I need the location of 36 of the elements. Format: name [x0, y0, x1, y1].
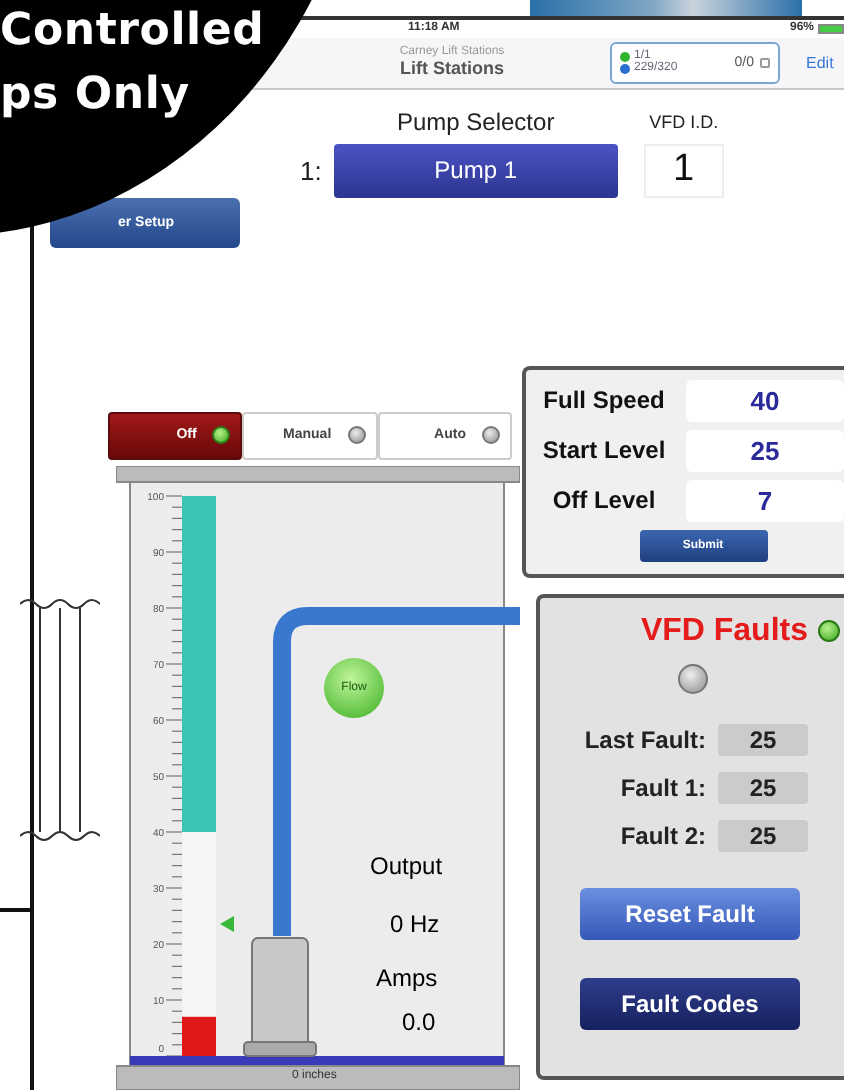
banner-text: ps Only	[0, 68, 192, 124]
setting-field[interactable]: 25	[686, 429, 844, 472]
start-level-arrow-icon	[220, 915, 234, 932]
status-led-icon	[212, 426, 231, 445]
nav-title: Lift Stations	[400, 58, 504, 79]
pump-selector-button[interactable]: Pump 1	[333, 143, 618, 198]
pump-drawing	[243, 936, 317, 1057]
fault-action-button[interactable]: Reset Fault	[580, 887, 800, 940]
vfd-id-value: 1	[643, 143, 724, 198]
setting-label: Off Level	[550, 486, 658, 515]
fault-value: 25	[718, 820, 808, 853]
status-led-icon	[481, 426, 500, 445]
fault-action-button[interactable]: Fault Codes	[580, 977, 800, 1030]
setting-field[interactable]: 40	[686, 379, 844, 422]
vfd-id-label: VFD I.D.	[649, 109, 719, 136]
amps-value: 0.0	[402, 1007, 436, 1036]
edit-link[interactable]: Edit	[806, 53, 834, 72]
fault-panel-title: VFD Faults	[640, 613, 808, 650]
output-label: Output	[370, 851, 443, 880]
pump-row-label: 1:	[300, 155, 322, 190]
setting-label: Full Speed	[541, 386, 667, 415]
fault-label: Last Fault:	[584, 726, 706, 755]
banner-text: Controlled	[0, 4, 265, 60]
fault-value: 25	[718, 772, 808, 805]
pump-selector-label: Pump Selector	[396, 107, 555, 140]
status-dot-icon	[620, 51, 630, 62]
output-value: 0 Hz	[390, 909, 440, 938]
setting-field[interactable]: 7	[686, 479, 844, 522]
fault-label: Fault 1:	[620, 774, 706, 803]
amps-label: Amps	[376, 963, 438, 992]
battery-icon	[818, 23, 844, 34]
square-icon	[760, 57, 770, 68]
fault-value: 25	[718, 724, 808, 757]
setting-label: Start Level	[540, 436, 668, 465]
status-led-icon	[347, 426, 366, 445]
fault-label: Fault 2:	[620, 822, 706, 851]
